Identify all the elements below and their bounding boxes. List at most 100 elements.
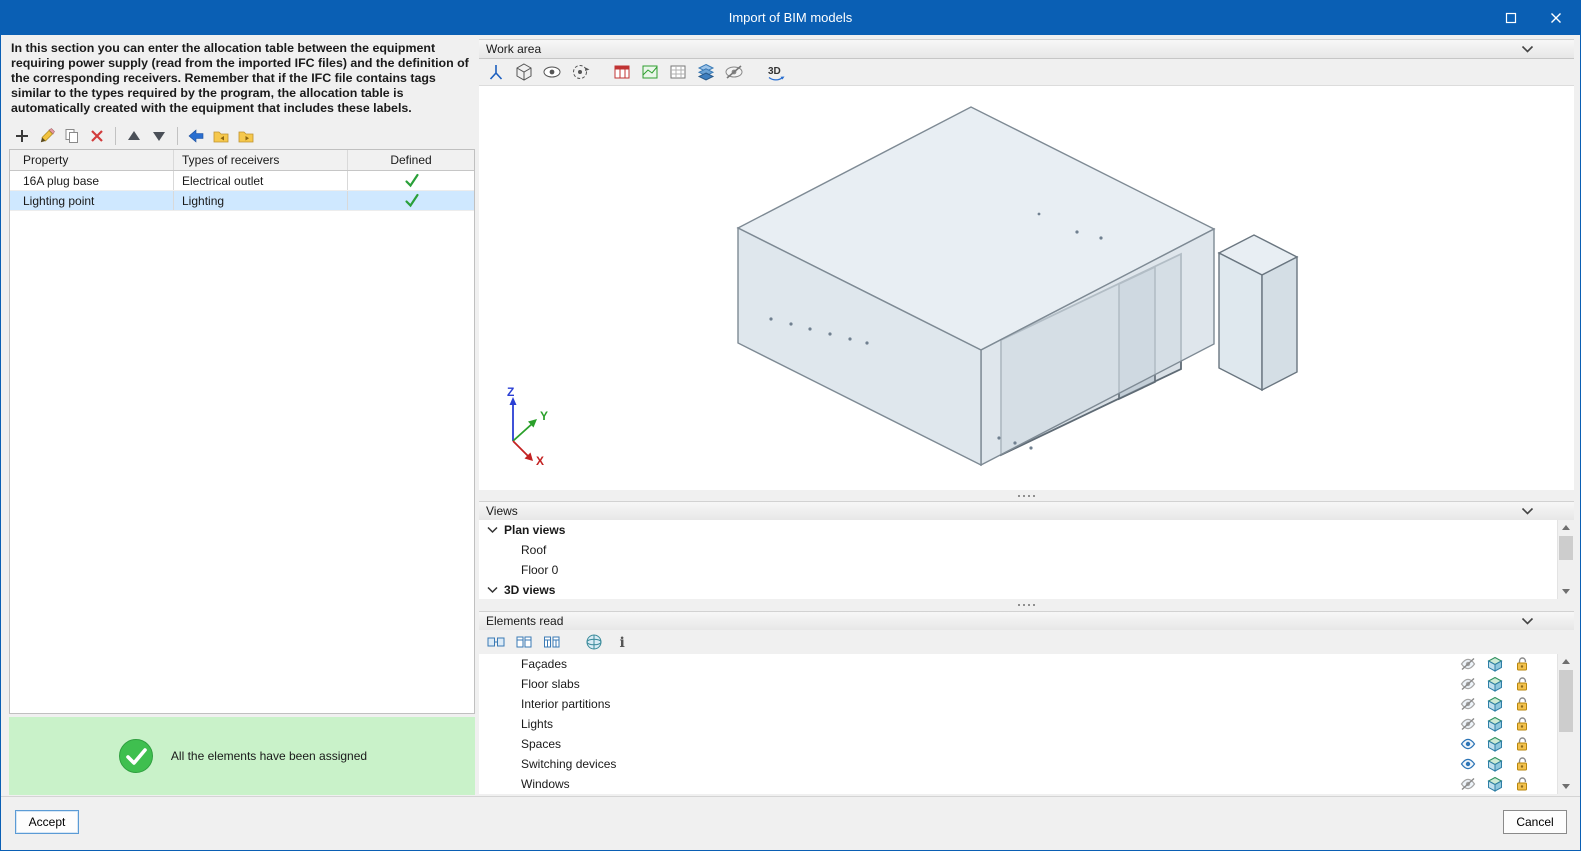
views-group-3d[interactable]: 3D views: [479, 580, 1574, 599]
scroll-up-button[interactable]: [1558, 654, 1574, 669]
two-columns-button[interactable]: [513, 631, 535, 653]
element-3d-cube-icon[interactable]: [1487, 736, 1503, 752]
background-plan-button[interactable]: [639, 61, 661, 83]
element-lock-icon[interactable]: [1514, 756, 1530, 772]
element-lock-icon[interactable]: [1514, 656, 1530, 672]
element-3d-cube-icon[interactable]: [1487, 756, 1503, 772]
allocation-table-header: Property Types of receivers Defined: [10, 150, 474, 171]
element-lock-icon[interactable]: [1514, 696, 1530, 712]
element-lock-icon[interactable]: [1514, 776, 1530, 792]
element-3d-cube-icon[interactable]: [1487, 676, 1503, 692]
red-table-icon: [614, 65, 630, 79]
scroll-down-button[interactable]: [1558, 584, 1574, 599]
chevron-down-icon[interactable]: [487, 526, 498, 534]
element-lock-icon[interactable]: [1514, 676, 1530, 692]
import-folder-icon: [213, 131, 229, 143]
export-table-button[interactable]: [237, 127, 255, 145]
sphere-view-button[interactable]: [583, 631, 605, 653]
work-area-toolbar: 3D: [479, 59, 1574, 85]
delete-button[interactable]: [88, 127, 106, 145]
views-header[interactable]: Views: [479, 501, 1574, 521]
element-row[interactable]: Floor slabs: [479, 674, 1574, 694]
element-row[interactable]: Switching devices: [479, 754, 1574, 774]
visibility-eye-icon[interactable]: [1460, 736, 1476, 752]
info-icon: i: [620, 635, 625, 651]
horizontal-splitter[interactable]: [479, 490, 1574, 501]
four-columns-button[interactable]: [541, 631, 563, 653]
views-group-plan[interactable]: Plan views: [479, 520, 1574, 540]
close-button[interactable]: [1533, 1, 1578, 35]
svg-text:3D: 3D: [768, 66, 781, 77]
element-3d-cube-icon[interactable]: [1487, 716, 1503, 732]
view-cube-button[interactable]: [513, 61, 535, 83]
row-property: Lighting point: [10, 191, 174, 210]
edit-button[interactable]: [38, 127, 56, 145]
element-lock-icon[interactable]: [1514, 736, 1530, 752]
row-types: Lighting: [174, 191, 348, 210]
views-scrollbar[interactable]: [1557, 520, 1574, 599]
row-types: Electrical outlet: [174, 171, 348, 190]
accept-button[interactable]: Accept: [15, 810, 79, 834]
scrollbar-thumb[interactable]: [1559, 670, 1573, 732]
status-message: All the elements have been assigned: [170, 749, 368, 763]
3d-view-button[interactable]: 3D: [765, 61, 787, 83]
model-viewport[interactable]: [479, 85, 1574, 490]
grid-button[interactable]: [667, 61, 689, 83]
view-item-floor0[interactable]: Floor 0: [479, 560, 1574, 580]
hide-elements-button[interactable]: [723, 61, 745, 83]
visibility-eye-icon[interactable]: [1460, 716, 1476, 732]
element-3d-cube-icon[interactable]: [1487, 656, 1503, 672]
import-table-button[interactable]: [212, 127, 230, 145]
element-row[interactable]: Interior partitions: [479, 694, 1574, 714]
scroll-up-button[interactable]: [1558, 520, 1574, 535]
chevron-down-icon[interactable]: [1521, 507, 1534, 516]
element-row[interactable]: Lights: [479, 714, 1574, 734]
element-3d-cube-icon[interactable]: [1487, 776, 1503, 792]
cancel-button[interactable]: Cancel: [1503, 810, 1567, 834]
window-title: Import of BIM models: [728, 10, 853, 25]
ifc-table-button[interactable]: [611, 61, 633, 83]
horizontal-splitter[interactable]: [479, 599, 1574, 611]
undo-assign-button[interactable]: [187, 127, 205, 145]
chevron-down-icon[interactable]: [1521, 45, 1534, 54]
column-header-types: Types of receivers: [174, 150, 348, 170]
axis-gizmo: Z Y X: [507, 385, 548, 467]
visibility-eye-icon[interactable]: [1460, 696, 1476, 712]
expand-columns-button[interactable]: [485, 631, 507, 653]
scrollbar-thumb[interactable]: [1559, 536, 1573, 560]
element-row[interactable]: Windows: [479, 774, 1574, 794]
delete-x-icon: [91, 130, 103, 142]
chevron-down-icon[interactable]: [1521, 617, 1534, 626]
chevron-down-icon[interactable]: [487, 586, 498, 594]
add-button[interactable]: [13, 127, 31, 145]
move-down-button[interactable]: [150, 127, 168, 145]
visibility-eye-icon[interactable]: [1460, 656, 1476, 672]
ucs-axes-icon: [489, 65, 503, 80]
visibility-button[interactable]: [541, 61, 563, 83]
work-area-header[interactable]: Work area: [479, 39, 1574, 59]
visibility-eye-icon[interactable]: [1460, 676, 1476, 692]
elements-scrollbar[interactable]: [1557, 654, 1574, 794]
table-row[interactable]: 16A plug base Electrical outlet: [10, 171, 474, 191]
layers-button[interactable]: [695, 61, 717, 83]
ucs-axes-button[interactable]: [485, 61, 507, 83]
maximize-button[interactable]: [1488, 1, 1533, 35]
element-row[interactable]: Spaces: [479, 734, 1574, 754]
copy-button[interactable]: [63, 127, 81, 145]
info-button[interactable]: i: [611, 631, 633, 653]
visibility-eye-icon[interactable]: [1460, 756, 1476, 772]
element-row[interactable]: Façades: [479, 654, 1574, 674]
move-up-button[interactable]: [125, 127, 143, 145]
element-3d-cube-icon[interactable]: [1487, 696, 1503, 712]
elements-read-header[interactable]: Elements read: [479, 611, 1574, 631]
svg-text:i: i: [620, 635, 625, 651]
view-item-roof[interactable]: Roof: [479, 540, 1574, 560]
visibility-eye-icon[interactable]: [1460, 776, 1476, 792]
title-bar[interactable]: Import of BIM models: [1, 1, 1580, 35]
element-lock-icon[interactable]: [1514, 716, 1530, 732]
table-row[interactable]: Lighting point Lighting: [10, 191, 474, 211]
expand-columns-icon: [487, 637, 505, 647]
blue-left-arrow-icon: [188, 129, 204, 143]
orbit-button[interactable]: [569, 61, 591, 83]
scroll-down-button[interactable]: [1558, 779, 1574, 794]
